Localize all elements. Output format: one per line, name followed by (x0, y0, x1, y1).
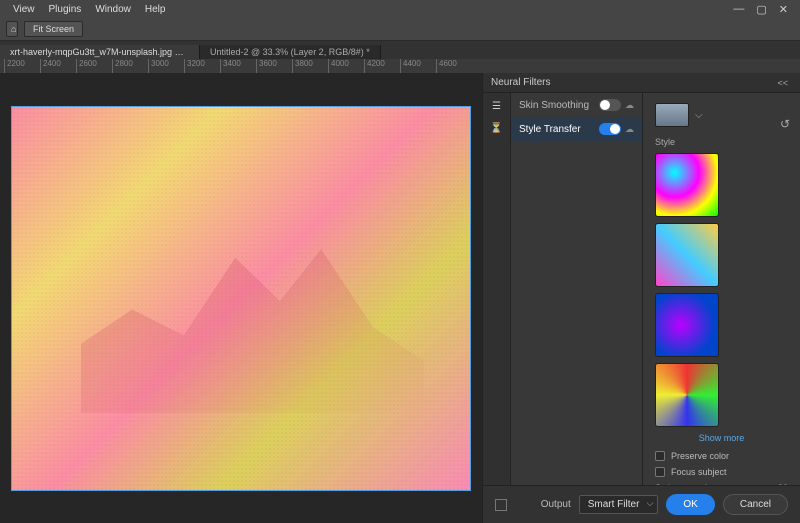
style-presets (655, 153, 788, 427)
output-select[interactable]: Smart Filter (579, 495, 659, 514)
style-preset[interactable] (655, 363, 719, 427)
checkbox-icon[interactable] (655, 451, 665, 461)
canvas-area[interactable] (0, 73, 482, 523)
minimize-icon[interactable]: — (733, 3, 744, 15)
filter-skin-smoothing[interactable]: Skin Smoothing ☁ (511, 93, 642, 117)
show-more-link[interactable]: Show more (655, 433, 788, 443)
style-label: Style (655, 137, 788, 147)
maximize-icon[interactable]: ▢ (756, 3, 766, 16)
document-tabs: xrt-haverly-mqpGu3tt_w7M-unsplash.jpg @ … (0, 41, 800, 59)
preview-toggle-icon[interactable] (495, 499, 507, 511)
toggle-style-transfer[interactable] (599, 123, 621, 135)
close-icon[interactable]: ✕ (779, 3, 788, 16)
source-thumbnail[interactable] (655, 103, 689, 127)
main-area: Neural Filters << ☰ ⏳ Skin Smoothing ☁ S… (0, 73, 800, 523)
menu-help[interactable]: Help (138, 4, 173, 15)
cancel-button[interactable]: Cancel (723, 494, 788, 515)
cloud-icon: ☁ (625, 124, 634, 135)
style-preset[interactable] (655, 223, 719, 287)
checkbox-icon[interactable] (655, 467, 665, 477)
style-preset[interactable] (655, 293, 719, 357)
document-canvas[interactable] (11, 106, 471, 491)
panel-close-icon[interactable]: << (773, 78, 792, 88)
panel-title: Neural Filters (491, 77, 550, 88)
preserve-color-checkbox[interactable]: Preserve color (655, 451, 788, 461)
reset-icon[interactable]: ↺ (780, 117, 790, 131)
horizontal-ruler: 2200 2400 2600 2800 3000 3200 3400 3600 … (0, 59, 800, 73)
panel-footer: Output Smart Filter OK Cancel (483, 485, 800, 523)
options-bar: ⌂ Fit Screen (0, 18, 800, 41)
neural-filters-panel: Neural Filters << ☰ ⏳ Skin Smoothing ☁ S… (482, 73, 800, 523)
menu-view[interactable]: View (6, 4, 42, 15)
filter-category-rail: ☰ ⏳ (483, 93, 511, 485)
panel-header: Neural Filters << (483, 73, 800, 93)
toggle-skin-smoothing[interactable] (599, 99, 621, 111)
menubar: View Plugins Window Help — ▢ ✕ (0, 0, 800, 18)
filter-list: Skin Smoothing ☁ Style Transfer ☁ (511, 93, 643, 485)
filters-wait-icon[interactable]: ⏳ (490, 121, 504, 135)
filter-options: ⌵ ↺ Style Show more Preserve color (643, 93, 800, 485)
window-controls: — ▢ ✕ (733, 3, 794, 16)
ok-button[interactable]: OK (666, 494, 714, 515)
fit-screen-button[interactable]: Fit Screen (24, 21, 83, 37)
document-tab[interactable]: xrt-haverly-mqpGu3tt_w7M-unsplash.jpg @ … (0, 45, 200, 59)
filter-style-transfer[interactable]: Style Transfer ☁ (511, 117, 642, 141)
focus-subject-checkbox[interactable]: Focus subject (655, 467, 788, 477)
cloud-icon: ☁ (625, 100, 634, 111)
filters-all-icon[interactable]: ☰ (490, 99, 504, 113)
style-preset[interactable] (655, 153, 719, 217)
menu-window[interactable]: Window (88, 4, 138, 15)
style-strength-slider[interactable]: Style strength90 (655, 483, 788, 485)
toolbar-home-icon[interactable]: ⌂ (6, 21, 18, 37)
menu-plugins[interactable]: Plugins (42, 4, 89, 15)
chevron-down-icon[interactable]: ⌵ (695, 110, 703, 121)
document-tab[interactable]: Untitled-2 @ 33.3% (Layer 2, RGB/8#) * (200, 45, 381, 59)
output-label: Output (541, 499, 571, 510)
